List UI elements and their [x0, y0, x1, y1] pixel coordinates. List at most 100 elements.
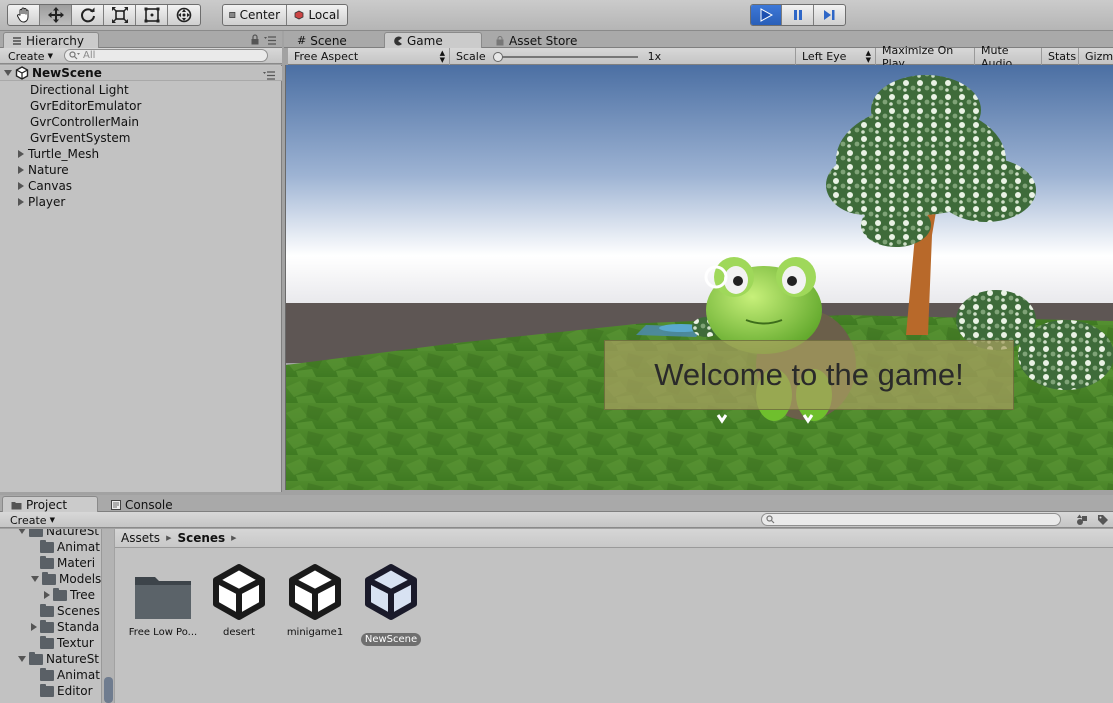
eye-label: Left Eye [802, 50, 847, 63]
project-create-label: Create [10, 513, 47, 527]
hierarchy-item[interactable]: Nature [18, 162, 69, 178]
expand-arrow-icon[interactable] [31, 623, 37, 631]
project-tree-item[interactable]: Animat [31, 667, 100, 683]
folder-icon [40, 603, 54, 617]
mute-audio-toggle[interactable]: Mute Audio [975, 44, 1042, 70]
game-pacman-icon [394, 36, 402, 45]
dropdown-caret-icon: ▼ [49, 516, 55, 524]
aspect-label: Free Aspect [294, 50, 359, 63]
project-tree-item[interactable]: Materi [31, 555, 95, 571]
tab-project[interactable]: Project [2, 496, 98, 512]
scale-tool-button[interactable] [104, 5, 136, 25]
updown-caret-icon: ▲ ▼ [439, 48, 445, 64]
game-viewport[interactable]: Welcome to the game! [285, 65, 1113, 490]
hash-icon: # [297, 34, 307, 47]
scale-label: Scale [456, 50, 486, 63]
tab-asset-store[interactable]: Asset Store [486, 32, 596, 48]
step-button[interactable] [814, 5, 845, 25]
project-tree-item[interactable]: Scenes [31, 603, 100, 619]
expand-arrow-icon[interactable] [18, 150, 24, 158]
hierarchy-item[interactable]: Directional Light [18, 82, 129, 98]
scale-slider[interactable] [492, 51, 638, 62]
hierarchy-item[interactable]: Turtle_Mesh [18, 146, 99, 162]
hand-icon [16, 7, 28, 23]
folder-icon [40, 555, 54, 569]
asset-scene[interactable]: desert [199, 559, 279, 638]
project-tree-item[interactable]: NatureSt [18, 651, 99, 667]
asset-folder[interactable]: Free Low Po... [123, 559, 203, 638]
play-button[interactable] [751, 5, 783, 25]
breadcrumb-scenes[interactable]: Scenes [177, 531, 225, 545]
expand-arrow-icon[interactable] [44, 591, 50, 599]
project-tree-item[interactable]: Models [31, 571, 101, 587]
rect-tool-button[interactable] [136, 5, 168, 25]
folder-icon [29, 529, 43, 537]
hierarchy-search-input[interactable]: All [64, 49, 268, 62]
project-tree-label: Animat [57, 540, 100, 554]
hierarchy-item[interactable]: GvrControllerMain [18, 114, 139, 130]
hierarchy-item[interactable]: GvrEventSystem [18, 130, 130, 146]
project-tree-item[interactable]: NatureSt [18, 529, 99, 539]
updown-caret-icon: ▲ ▼ [865, 48, 871, 64]
expand-arrow-icon[interactable] [18, 182, 24, 190]
folder-icon [123, 559, 203, 621]
tab-scene[interactable]: # Scene [288, 32, 384, 48]
project-search-input[interactable] [761, 513, 1061, 526]
rotate-tool-button[interactable] [72, 5, 104, 25]
hierarchy-create-button[interactable]: Create ▼ [4, 49, 57, 63]
play-icon [760, 8, 774, 22]
project-tree-item[interactable]: Textur [31, 635, 94, 651]
hierarchy-item-label: Player [28, 195, 66, 209]
scrollbar-thumb[interactable] [104, 677, 113, 703]
asset-scene[interactable]: NewScene [351, 559, 431, 646]
project-tree-item[interactable]: Editor [31, 683, 93, 699]
project-tree-item[interactable]: Tree [44, 587, 95, 603]
maximize-on-play-toggle[interactable]: Maximize On Play [876, 44, 975, 70]
pause-button[interactable] [782, 5, 814, 25]
welcome-text: Welcome to the game! [654, 357, 964, 392]
expand-arrow-icon[interactable] [18, 198, 24, 206]
hierarchy-item-label: GvrEventSystem [30, 131, 131, 145]
stats-toggle[interactable]: Stats [1042, 48, 1079, 65]
move-tool-button[interactable] [40, 5, 72, 25]
project-tree-label: Standa [57, 620, 100, 634]
main-toolbar: Center Local [0, 0, 1113, 31]
hand-tool-button[interactable] [8, 5, 40, 25]
pivot-local-button[interactable]: Local [287, 5, 347, 25]
hierarchy-item[interactable]: GvrEditorEmulator [18, 98, 141, 114]
asset-scene[interactable]: minigame1 [275, 559, 355, 638]
lock-icon[interactable] [250, 34, 260, 48]
breadcrumb-arrow-icon: ▶ [166, 534, 172, 542]
eye-dropdown[interactable]: Left Eye ▲ ▼ [795, 48, 876, 65]
expand-arrow-icon[interactable] [18, 166, 24, 174]
filter-by-label-icon[interactable] [1097, 514, 1109, 529]
project-tree-item[interactable]: Standa [31, 619, 99, 635]
scale-value: 1x [647, 50, 662, 63]
scale-slider-thumb[interactable] [492, 51, 503, 62]
aspect-dropdown[interactable]: Free Aspect ▲ ▼ [288, 48, 450, 65]
panel-menu-icon[interactable] [264, 35, 276, 48]
project-tree-item[interactable]: Animat [31, 539, 100, 555]
expand-arrow-icon[interactable] [31, 576, 39, 582]
search-icon [766, 515, 775, 524]
transform-tools [7, 4, 201, 26]
project-create-button[interactable]: Create ▼ [6, 513, 59, 527]
scene-menu-icon[interactable] [263, 69, 275, 83]
gizmos-dropdown[interactable]: Gizmo [1079, 48, 1113, 65]
pivot-center-button[interactable]: Center [223, 5, 287, 25]
project-tree-scrollbar[interactable] [101, 529, 114, 703]
hierarchy-item[interactable]: Player [18, 194, 65, 210]
transform-tool-button[interactable] [168, 5, 200, 25]
hierarchy-item[interactable]: Canvas [18, 178, 72, 194]
filter-by-type-icon[interactable] [1076, 514, 1088, 529]
folder-icon [42, 571, 56, 585]
tab-console[interactable]: Console [102, 496, 198, 512]
expand-arrow-icon[interactable] [4, 70, 12, 76]
tab-game[interactable]: Game [384, 32, 482, 48]
scene-root-row[interactable]: NewScene [0, 66, 282, 81]
expand-arrow-icon[interactable] [18, 656, 26, 662]
expand-arrow-icon[interactable] [18, 529, 26, 534]
tab-hierarchy[interactable]: Hierarchy [3, 32, 99, 48]
breadcrumb-assets[interactable]: Assets [121, 531, 160, 545]
tab-scene-label: Scene [310, 33, 347, 48]
